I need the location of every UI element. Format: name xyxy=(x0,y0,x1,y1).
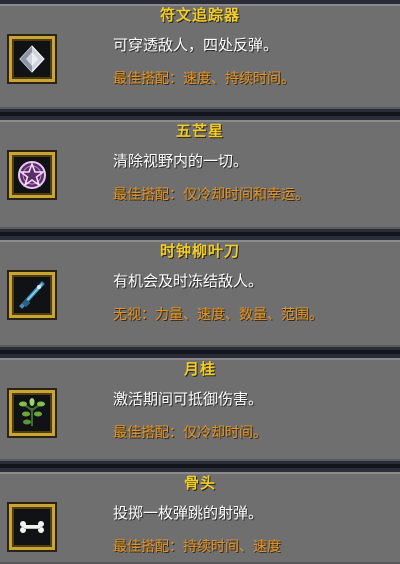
weapon-hint: 无视：力量、速度、数量、范围。 xyxy=(113,307,323,323)
weapon-hint: 最佳搭配：仅冷却时间和幸运。 xyxy=(113,187,309,203)
weapon-card-laurel[interactable]: 月桂 激活期间可抵御伤害。 最佳搭配：仅冷却时间。 xyxy=(0,354,400,464)
weapon-description: 可穿透敌人，四处反弹。 xyxy=(113,36,279,54)
weapon-title: 时钟柳叶刀 xyxy=(159,242,240,260)
weapon-title: 月桂 xyxy=(183,360,216,378)
weapon-hint: 最佳搭配：速度、持续时间。 xyxy=(113,71,295,87)
weapon-hint: 最佳搭配：仅冷却时间。 xyxy=(113,425,267,441)
weapon-icon-frame xyxy=(9,36,55,82)
clock-lancet-icon xyxy=(19,281,45,309)
weapon-description: 激活期间可抵御伤害。 xyxy=(113,390,264,408)
pentagram-icon xyxy=(18,161,46,189)
weapon-card-clock-lancet[interactable]: 时钟柳叶刀 有机会及时冻结敌人。 无视：力量、速度、数量、范围。 xyxy=(0,236,400,350)
weapon-description: 清除视野内的一切。 xyxy=(113,152,249,170)
weapon-description: 有机会及时冻结敌人。 xyxy=(113,272,264,290)
weapon-title: 骨头 xyxy=(183,474,216,492)
weapon-card-pentagram[interactable]: 五芒星 清除视野内的一切。 最佳搭配：仅冷却时间和幸运。 xyxy=(0,116,400,232)
weapon-list: 符文追踪器 可穿透敌人，四处反弹。 最佳搭配：速度、持续时间。 五芒星 清除视野… xyxy=(0,0,400,564)
weapon-hint: 最佳搭配：持续时间、速度 xyxy=(113,539,281,555)
bone-icon xyxy=(20,521,44,533)
weapon-icon-frame xyxy=(9,390,55,436)
weapon-title: 符文追踪器 xyxy=(159,6,240,24)
weapon-description: 投掷一枚弹跳的射弹。 xyxy=(113,504,264,522)
weapon-card-runetracer[interactable]: 符文追踪器 可穿透敌人，四处反弹。 最佳搭配：速度、持续时间。 xyxy=(0,0,400,112)
weapon-icon-frame xyxy=(9,152,55,198)
weapon-icon-frame xyxy=(9,504,55,550)
weapon-card-bone[interactable]: 骨头 投掷一枚弹跳的射弹。 最佳搭配：持续时间、速度 xyxy=(0,468,400,564)
laurel-icon xyxy=(19,398,45,426)
weapon-title: 五芒星 xyxy=(175,122,224,140)
runetracer-diamond-icon xyxy=(19,45,45,73)
weapon-icon-frame xyxy=(9,272,55,318)
